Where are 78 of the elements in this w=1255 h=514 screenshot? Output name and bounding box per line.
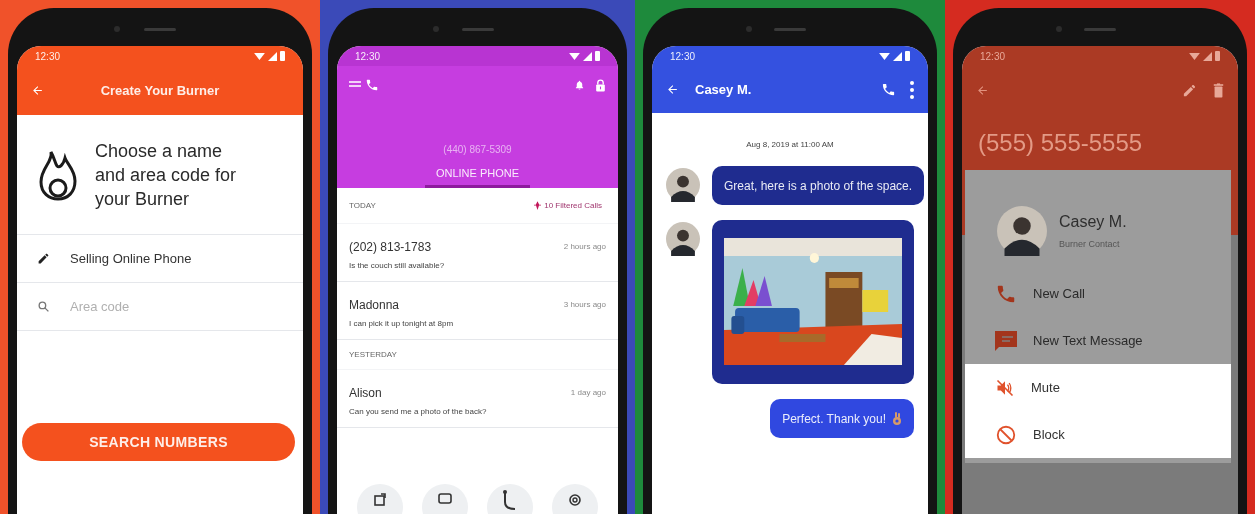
- avatar: [666, 222, 700, 256]
- signal-icon: [583, 51, 592, 61]
- speaker-grille: [461, 28, 494, 31]
- filter-icon: [534, 201, 542, 210]
- filtered-calls-link[interactable]: 10 Filtered Calls: [544, 199, 602, 212]
- app-bar-title: Create Your Burner: [99, 81, 221, 100]
- section-header: TODAY: [349, 199, 376, 212]
- tab[interactable]: ONLINE PHONE: [425, 164, 530, 188]
- conversation-row[interactable]: (202) 813-1783 Is the couch still available? 2 hours ago: [337, 224, 618, 282]
- speaker-grille: [774, 28, 806, 31]
- signal-icon: [268, 51, 277, 61]
- contact-subtitle: Burner Contact: [1059, 237, 1121, 251]
- status-time: 12:30: [980, 49, 1006, 64]
- lock-icon[interactable]: [595, 78, 606, 92]
- status-time: 12:30: [355, 49, 381, 64]
- contact-name: Madonna: [349, 297, 401, 314]
- name-field[interactable]: Selling Online Phone: [70, 248, 260, 269]
- camera-lens: [745, 26, 752, 32]
- battery-icon: [595, 51, 600, 61]
- menu-item-label: New Call: [1033, 284, 1085, 303]
- trash-icon[interactable]: [1213, 83, 1224, 98]
- battery-icon: [905, 51, 910, 61]
- camera-lens: [114, 26, 121, 32]
- more-icon[interactable]: [910, 80, 914, 99]
- pencil-icon[interactable]: [1182, 83, 1197, 98]
- contact-name: Casey M.: [1059, 211, 1127, 232]
- menu-item[interactable]: Block: [965, 411, 1231, 458]
- speaker-grille: [1084, 28, 1116, 31]
- timestamp: 1 day ago: [570, 387, 606, 399]
- section-header: YESTERDAY: [349, 348, 397, 361]
- back-arrow-icon[interactable]: [31, 84, 44, 97]
- menu-item-label: Block: [1033, 425, 1065, 444]
- date-label: Aug 8, 2019 at 11:00 AM: [745, 139, 835, 151]
- search-icon: [37, 300, 50, 313]
- app-bar-title: Casey M.: [695, 80, 753, 99]
- menu-item[interactable]: Mute: [965, 364, 1231, 411]
- message-text: Great, here is a photo of the space.: [724, 177, 913, 195]
- message-text: Perfect. Thank you!: [782, 410, 886, 428]
- signal-icon: [1203, 51, 1212, 61]
- conversation-row[interactable]: Madonna I can pick it up tonight at 8pm 3 hours ago: [337, 282, 618, 340]
- wifi-icon: [569, 51, 580, 61]
- avatar: [666, 168, 700, 202]
- wifi-icon: [254, 51, 265, 61]
- back-arrow-icon[interactable]: [976, 84, 989, 97]
- bell-icon[interactable]: [574, 79, 585, 91]
- menu-item[interactable]: New Text Message: [965, 317, 1231, 364]
- battery-icon: [1215, 51, 1220, 61]
- conversation-row[interactable]: Alison Can you send me a photo of the back? 1 day ago: [337, 370, 618, 428]
- battery-icon: [280, 51, 285, 61]
- camera-lens: [432, 26, 439, 32]
- timestamp: 2 hours ago: [563, 241, 606, 253]
- mute-icon: [995, 377, 1015, 398]
- area-code-field[interactable]: Area code: [70, 296, 260, 317]
- avatar: [997, 205, 1047, 256]
- menu-icon[interactable]: [349, 80, 361, 90]
- wifi-icon: [1189, 51, 1200, 61]
- block-icon: [995, 423, 1017, 446]
- timestamp: 3 hours ago: [563, 299, 606, 311]
- message-icon: [995, 330, 1017, 351]
- heading-text: Choose a name and area code for your Burner: [95, 139, 238, 211]
- phone-number: (555) 555-5555: [978, 127, 1143, 158]
- menu-item-label: Mute: [1031, 378, 1060, 397]
- status-time: 12:30: [670, 49, 696, 64]
- message-preview: I can pick it up tonight at 8pm: [349, 318, 454, 330]
- contact-name: (202) 813-1783: [349, 239, 433, 256]
- pencil-icon: [37, 252, 50, 265]
- message-preview: Is the couch still available?: [349, 260, 445, 272]
- back-arrow-icon[interactable]: [666, 83, 679, 96]
- phone-number: (440) 867-5309: [443, 142, 512, 157]
- menu-item[interactable]: New Call: [965, 270, 1231, 317]
- contact-name: Alison: [349, 385, 383, 402]
- status-time: 12:30: [35, 49, 61, 64]
- signal-icon: [893, 51, 902, 61]
- menu-item-label: New Text Message: [1033, 331, 1143, 350]
- wifi-icon: [879, 51, 890, 61]
- camera-lens: [1055, 26, 1062, 32]
- speaker-grille: [144, 28, 176, 31]
- message-preview: Can you send me a photo of the back?: [349, 406, 487, 418]
